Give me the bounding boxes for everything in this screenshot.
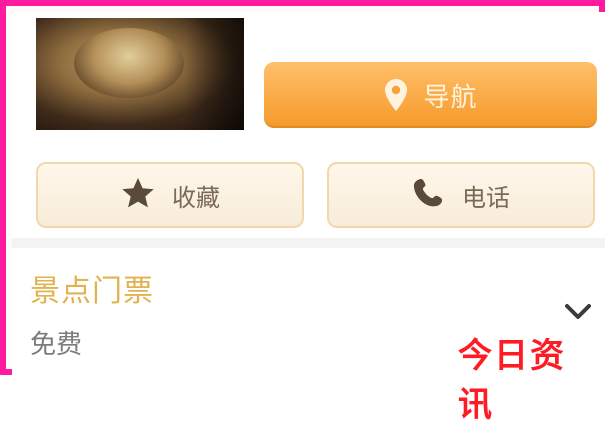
screen-frame: 导航 收藏 电话 景点门票 免费 今日资讯 — [0, 0, 605, 425]
call-button-label: 电话 — [462, 183, 510, 212]
favorite-button[interactable]: 收藏 — [36, 162, 304, 228]
star-icon — [120, 176, 156, 214]
phone-icon — [412, 176, 446, 214]
navigate-button-label: 导航 — [423, 82, 478, 113]
chevron-down-icon[interactable] — [560, 296, 596, 326]
ticket-price: 免费 — [30, 330, 83, 360]
navigate-button[interactable]: 导航 — [264, 62, 597, 128]
favorite-button-label: 收藏 — [172, 183, 220, 212]
ticket-section-title: 景点门票 — [30, 274, 154, 309]
section-divider — [12, 238, 605, 248]
attraction-header: 导航 收藏 电话 — [12, 12, 605, 238]
attraction-photo[interactable] — [36, 18, 244, 130]
call-button[interactable]: 电话 — [327, 162, 595, 228]
watermark: 今日资讯 — [458, 336, 566, 425]
map-pin-icon — [383, 78, 409, 112]
